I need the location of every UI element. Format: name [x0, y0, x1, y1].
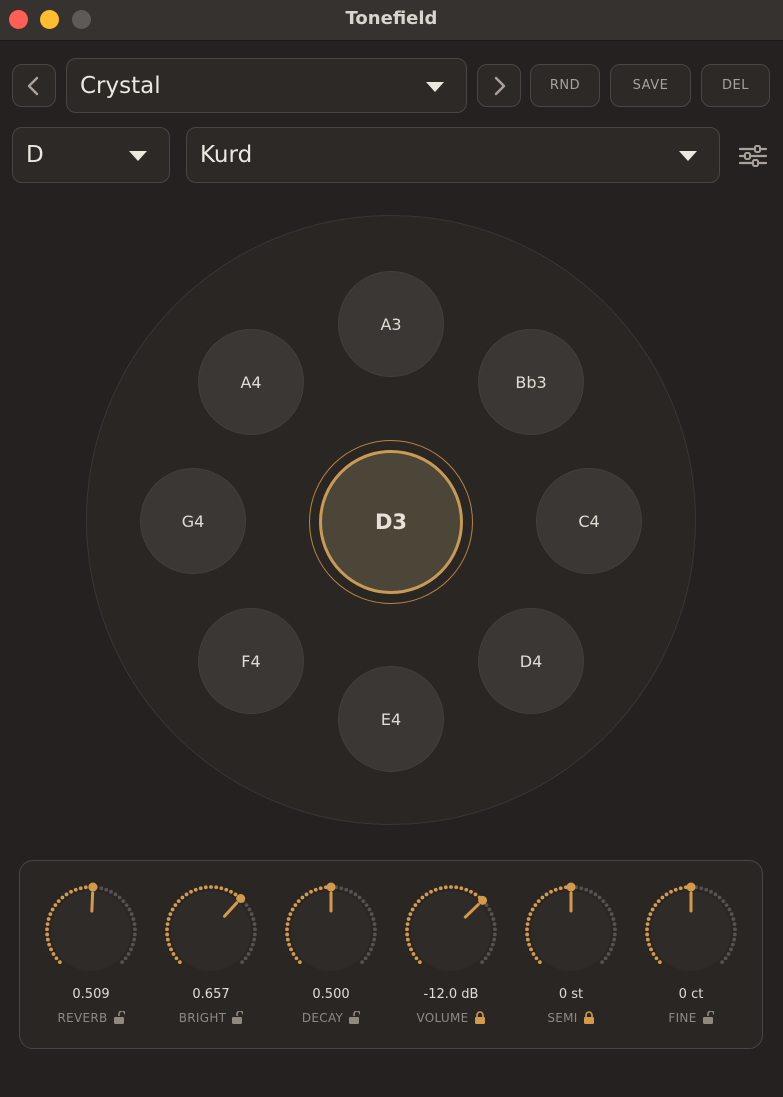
knob-value: 0 st	[558, 987, 584, 1002]
knob-handle	[88, 882, 98, 892]
caret-down-icon	[426, 81, 444, 92]
knob-dial	[645, 882, 737, 971]
knob-bright[interactable]	[156, 878, 266, 978]
next-preset-button[interactable]	[477, 64, 521, 107]
knob-dial	[165, 885, 257, 971]
chevron-right-icon	[494, 76, 506, 95]
note-pad[interactable]: C4	[536, 468, 642, 574]
knob-decay[interactable]	[276, 878, 386, 978]
preset-select[interactable]: Crystal	[66, 58, 467, 113]
knob-dial	[285, 882, 377, 971]
knob-handle	[236, 894, 246, 903]
knob-label: DECAY	[271, 1010, 391, 1025]
knob-handle	[686, 882, 696, 892]
knob-reverb[interactable]	[36, 878, 146, 978]
knob-value: 0 ct	[678, 987, 704, 1002]
save-button[interactable]: SAVE	[610, 64, 691, 107]
sliders-icon[interactable]	[738, 142, 768, 170]
delete-button[interactable]: DEL	[701, 64, 770, 107]
key-select[interactable]: D	[12, 127, 170, 183]
knob-handle	[326, 882, 336, 892]
knob-label: FINE	[631, 1010, 751, 1025]
knob-label: VOLUME	[391, 1011, 511, 1025]
scale-select-value: Kurd	[200, 142, 253, 168]
random-button[interactable]: RND	[530, 64, 600, 107]
note-pad[interactable]: A3	[338, 271, 444, 377]
note-pad[interactable]: A4	[198, 329, 304, 435]
knob-handle	[566, 882, 576, 892]
knob-handle	[478, 895, 488, 905]
knob-label: BRIGHT	[151, 1010, 271, 1025]
unlock-icon[interactable]	[231, 1010, 245, 1024]
note-pad[interactable]: G4	[140, 468, 246, 574]
ding-pad[interactable]: D3	[319, 450, 463, 594]
knob-dial	[405, 885, 497, 971]
caret-down-icon	[679, 151, 697, 161]
lock-icon[interactable]	[474, 1011, 486, 1024]
knob-value: -12.0 dB	[423, 987, 479, 1002]
unlock-icon[interactable]	[113, 1010, 126, 1024]
knob-semi[interactable]	[516, 878, 626, 978]
chevron-left-icon	[27, 76, 39, 95]
previous-preset-button[interactable]	[12, 64, 56, 107]
knob-volume[interactable]	[396, 878, 506, 978]
title-bar: Tonefield	[0, 0, 783, 41]
note-pad[interactable]: F4	[198, 608, 304, 714]
unlock-icon[interactable]	[348, 1010, 361, 1024]
knob-value: 0.509	[72, 987, 110, 1002]
knob-pointer	[90, 891, 95, 913]
knob-fine[interactable]	[636, 878, 746, 978]
knob-value: 0.500	[312, 987, 350, 1002]
knob-dial	[525, 882, 617, 971]
key-select-value: D	[26, 142, 44, 168]
note-pad[interactable]: D4	[478, 608, 584, 714]
note-pad[interactable]: E4	[338, 666, 444, 772]
preset-select-value: Crystal	[80, 72, 161, 99]
window-title: Tonefield	[345, 8, 438, 29]
scale-select[interactable]: Kurd	[186, 127, 720, 183]
knob-value: 0.657	[192, 987, 230, 1002]
caret-down-icon	[129, 151, 147, 161]
unlock-icon[interactable]	[702, 1010, 715, 1024]
knob-dial	[45, 882, 137, 971]
lock-icon[interactable]	[583, 1011, 595, 1024]
note-pad[interactable]: Bb3	[478, 329, 584, 435]
knob-label: SEMI	[511, 1011, 631, 1025]
knob-label: REVERB	[31, 1010, 151, 1025]
